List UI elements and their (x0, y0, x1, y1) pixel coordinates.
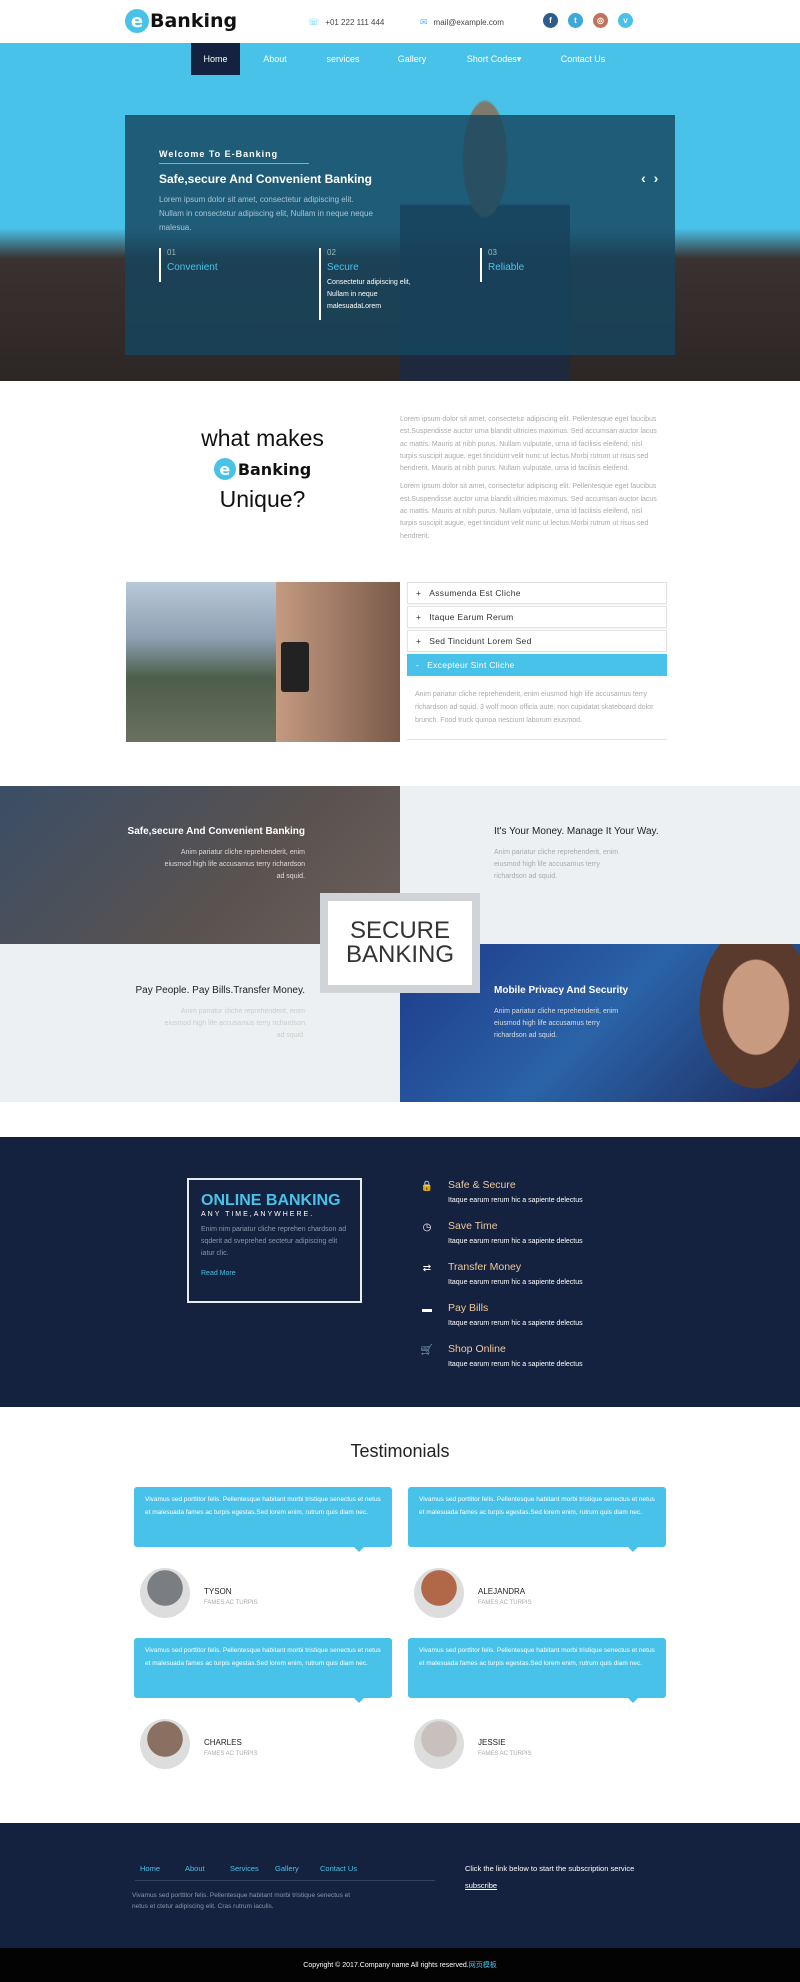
intro-text: Lorem ipsum dolor sit amet, consectetur … (400, 416, 657, 540)
online-banking-box: ONLINE BANKING ANY TIME,ANYWHERE. Enim n… (187, 1178, 362, 1303)
copyright-bar: Copyright © 2017.Company name All rights… (0, 1948, 800, 1982)
avatar (140, 1568, 190, 1618)
unique-heading: what makes e Banking Unique? (150, 425, 375, 513)
nav-item[interactable]: Home (191, 43, 240, 75)
service-item: 🛒 Shop Online Itaque earum rerum hic a sap… (420, 1343, 583, 1368)
site-header (0, 0, 800, 43)
credit-card-icon: ▬ (422, 1304, 432, 1315)
chevron-right-icon[interactable]: › (654, 170, 667, 186)
online-banking-section (0, 1137, 800, 1407)
transfer-icon: ⇄ (422, 1263, 432, 1274)
social-links: f t ◎ v (543, 13, 633, 28)
subscribe-link[interactable]: subscribe (465, 1881, 634, 1890)
footer-link[interactable]: Services (230, 1864, 275, 1873)
testimonials-title: Testimonials (350, 1441, 450, 1461)
secure-banking-badge: SECURE BANKING (320, 893, 480, 993)
hero-title: Safe,secure And Convenient Banking (159, 172, 372, 186)
service-item: ▬ Pay Bills Itaque earum rerum hic a sapie… (422, 1302, 583, 1327)
read-more-link[interactable]: Read More (201, 1270, 348, 1277)
nav-item[interactable]: About (240, 43, 310, 75)
heading-line: Unique? (219, 486, 306, 512)
divider (159, 163, 309, 164)
subscribe-block: Click the link below to start the subscr… (465, 1864, 635, 1890)
testimonial-author: JESSIE FAMES AC TURPIS (478, 1738, 532, 1757)
testimonial-author: ALEJANDRA FAMES AC TURPIS (478, 1587, 532, 1606)
footer (0, 1823, 800, 1948)
main-nav: Home About services Gallery Short Codes▾ Cont… (0, 43, 800, 75)
testimonial-quote: Vivamus sed porttitor felis. Pellentesqu… (408, 1487, 666, 1552)
testimonial-quote: Vivamus sed porttitor felis. Pellentesqu… (134, 1638, 392, 1703)
plus-icon: + (416, 612, 422, 622)
footer-link[interactable]: About (185, 1864, 230, 1873)
testimonial-author: TYSON FAMES AC TURPIS (204, 1587, 258, 1606)
phone-user-image (126, 582, 400, 742)
footer-text: Vivamus sed porttitor felis. Pellentesqu… (132, 1892, 351, 1910)
phone-contact: ☏ +01 222 111 444 (308, 17, 385, 27)
grid-text: Safe,secure And Convenient Banking Anim p… (127, 826, 305, 880)
grid-text: Mobile Privacy And Security Anim pariatur… (494, 985, 629, 1039)
service-item: 🔒 Safe & Secure Itaque earum rerum hic a s… (420, 1179, 583, 1204)
logo[interactable]: e Banking (125, 9, 237, 33)
footer-link[interactable]: Gallery (275, 1864, 320, 1873)
lock-icon: 🔒 (420, 1181, 434, 1192)
testimonial-author: CHARLES FAMES AC TURPIS (204, 1738, 258, 1757)
dribbble-icon[interactable]: ◎ (593, 13, 608, 28)
vimeo-icon[interactable]: v (618, 13, 633, 28)
phone-icon: ☏ (308, 17, 320, 27)
mail-icon: ✉ (420, 17, 428, 27)
plus-icon: + (416, 636, 422, 646)
grid-text: Pay People. Pay Bills.Transfer Money. Ani… (135, 985, 305, 1039)
accordion-body: Anim pariatur cliche reprehenderit, enim… (407, 678, 667, 740)
footer-nav: Home About Services Gallery Contact Us (140, 1864, 365, 1873)
heading-logo: e Banking (150, 458, 375, 480)
service-item: ◷ Save Time Itaque earum rerum hic a sapie… (420, 1220, 680, 1250)
accordion-item[interactable]: + Itaque Earum Rerum (407, 606, 667, 628)
avatar (414, 1719, 464, 1769)
clock-icon: ◷ (422, 1222, 432, 1233)
accordion-item[interactable]: - Excepteur Sint Cliche (407, 654, 667, 676)
avatar (414, 1568, 464, 1618)
nav-item[interactable]: Short Codes▾ (448, 43, 540, 75)
hero-feature: 03 Reliable (480, 248, 524, 282)
nav-item[interactable]: Gallery (376, 43, 448, 75)
footer-link[interactable]: Home (140, 1864, 185, 1873)
email-contact[interactable]: ✉ mail@example.com (420, 17, 504, 28)
accordion: + Assumenda Est Cliche + Itaque Earum Rerum… (407, 582, 667, 740)
heading-line: what makes (201, 425, 324, 451)
hero-welcome: Welcome To E-Banking (159, 149, 279, 159)
cart-icon: 🛒 (420, 1345, 434, 1356)
plus-icon: + (416, 588, 422, 598)
chevron-left-icon[interactable]: ‹ (641, 170, 654, 186)
nav-item[interactable]: Contact Us (540, 43, 626, 75)
hero-feature: 02 Secure Consectetur adipiscing elit, Nul… (319, 248, 427, 320)
slider-arrows: ‹› (641, 170, 666, 186)
testimonial-quote: Vivamus sed porttitor felis. Pellentesqu… (134, 1487, 392, 1552)
grid-text: It's Your Money. Manage It Your Way. Anim… (494, 826, 659, 880)
minus-icon: - (416, 660, 420, 670)
avatar (140, 1719, 190, 1769)
testimonial-quote: Vivamus sed porttitor felis. Pellentesqu… (408, 1638, 666, 1703)
template-link[interactable]: 网页模板 (469, 1960, 497, 1970)
hero-text: Lorem ipsum dolor sit amet, consectetur … (159, 195, 373, 232)
service-item: ⇄ Transfer Money Itaque earum rerum hic a … (420, 1261, 680, 1291)
accordion-item[interactable]: + Assumenda Est Cliche (407, 582, 667, 604)
nav-item[interactable]: services (310, 43, 376, 75)
divider (135, 1880, 435, 1881)
accordion-item[interactable]: + Sed Tincidunt Lorem Sed (407, 630, 667, 652)
facebook-icon[interactable]: f (543, 13, 558, 28)
twitter-icon[interactable]: t (568, 13, 583, 28)
hero-feature: 01 Convenient (159, 248, 218, 282)
footer-link[interactable]: Contact Us (320, 1864, 365, 1873)
